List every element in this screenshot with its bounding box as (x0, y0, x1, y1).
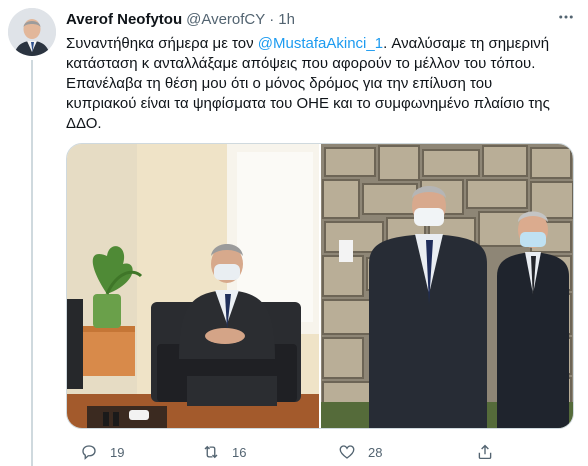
reply-icon (82, 445, 96, 460)
author-name[interactable]: Averof Neofytou (66, 11, 182, 28)
retweet-count: 16 (232, 444, 247, 460)
reply-count: 19 (110, 444, 125, 460)
text-segment: Συναντήθηκα σήμερα με τον (66, 35, 258, 52)
tweet-text-line: Επανέλαβα τη θέση μου ότι ο μόνος δρόμος… (66, 75, 493, 92)
separator-dot: · (269, 10, 275, 28)
tweet-header: Averof Neofytou @AverofCY · 1h (66, 9, 295, 29)
author-handle[interactable]: @AverofCY (186, 11, 265, 28)
tweet[interactable]: Averof Neofytou @AverofCY · 1h Συναντήθη… (0, 0, 588, 466)
like-button[interactable]: 28 (338, 440, 382, 464)
like-icon (339, 445, 355, 459)
like-count: 28 (368, 444, 383, 460)
retweet-button[interactable]: 16 (202, 440, 246, 464)
photo-1[interactable] (67, 144, 319, 428)
tweet-text: Συναντήθηκα σήμερα με τον @MustafaAkinci… (66, 34, 580, 134)
tweet-text-line: κυπριακού είναι τα ψηφίσματα του ΟΗΕ και… (66, 95, 550, 112)
tweet-text-line: ΔΔΟ. (66, 115, 102, 132)
text-segment: . Αναλύσαμε τη σημερινή (383, 35, 550, 52)
thread-line (31, 60, 33, 466)
media-grid (66, 143, 574, 429)
mention-link[interactable]: @MustafaAkinci_1 (258, 35, 383, 52)
share-icon (478, 444, 492, 460)
reply-button[interactable]: 19 (80, 440, 124, 464)
share-button[interactable] (476, 440, 506, 464)
tweet-text-line: Συναντήθηκα σήμερα με τον @MustafaAkinci… (66, 34, 580, 54)
avatar[interactable] (8, 8, 56, 56)
timestamp[interactable]: 1h (278, 11, 295, 28)
retweet-icon (204, 445, 218, 459)
action-bar: 19 16 28 (66, 440, 580, 464)
more-icon[interactable] (553, 6, 579, 28)
tweet-text-line: κατάσταση κ ανταλλάξαμε απόψεις που αφορ… (66, 55, 536, 72)
photo-2[interactable] (321, 144, 573, 428)
